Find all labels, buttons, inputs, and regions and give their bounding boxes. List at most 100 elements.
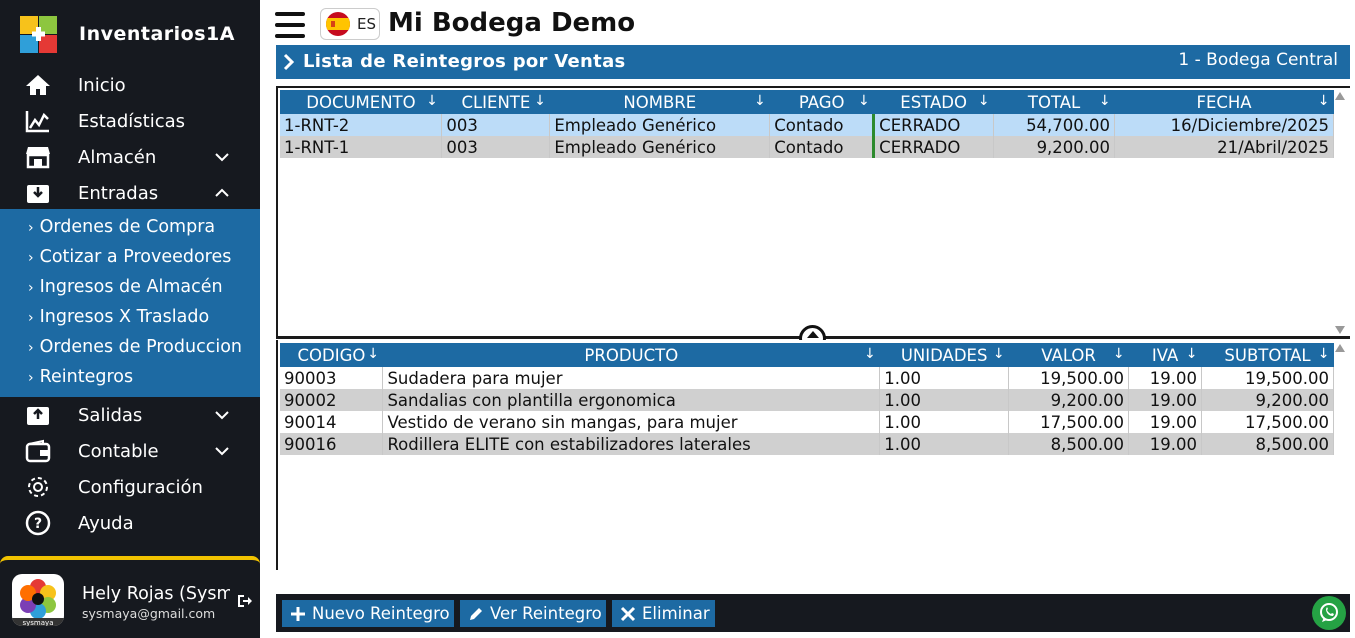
table-row[interactable]: 90016 Rodillera ELITE con estabilizadore… (280, 433, 1334, 455)
detalle-grid-panel: CODIGO ↓ PRODUCTO ↓ UNIDADES ↓ VALOR ↓ IVA ↓ … (276, 340, 1350, 570)
bottom-grid-scrollbar[interactable] (1334, 344, 1346, 566)
table-row[interactable]: 90014 Vestido de verano sin mangas, para… (280, 411, 1334, 433)
table-row[interactable]: 1-RNT-2 003 Empleado Genérico Contado CE… (280, 114, 1334, 136)
new-reintegro-button[interactable]: Nuevo Reintegro (282, 600, 454, 627)
cell-valor: 17,500.00 (1008, 411, 1130, 433)
cell-codigo: 90014 (280, 411, 384, 433)
cell-nombre: Empleado Genérico (549, 136, 771, 158)
submenu-label: Reintegros (39, 367, 134, 387)
help-icon: ? (25, 510, 51, 536)
cell-nombre: Empleado Genérico (549, 114, 771, 136)
submenu-label: Ingresos de Almacén (39, 277, 223, 297)
sort-arrow-icon: ↓ (1098, 93, 1111, 109)
chevron-right-icon: › (28, 250, 34, 266)
cell-cliente: 003 (441, 114, 551, 136)
menu-item-ayuda[interactable]: ? Ayuda (0, 505, 260, 541)
cell-producto: Sandalias con plantilla ergonomica (382, 389, 881, 411)
user-email: sysmaya@gmail.com (82, 606, 216, 621)
menu-item-inicio[interactable]: Inicio (0, 67, 260, 103)
reintegros-grid-panel: DOCUMENTO ↓ CLIENTE ↓ NOMBRE ↓ PAGO ↓ ESTADO… (276, 86, 1350, 338)
wallet-icon (25, 438, 51, 464)
sort-arrow-icon: ↓ (367, 346, 379, 362)
avatar[interactable]: sysmaya (12, 574, 64, 626)
cell-estado: CERRADO (872, 114, 995, 136)
cell-iva: 19.00 (1128, 411, 1203, 433)
submenu-label: Ordenes de Produccion (39, 337, 242, 357)
submenu-label: Cotizar a Proveedores (39, 247, 232, 267)
table-header-row: CODIGO ↓ PRODUCTO ↓ UNIDADES ↓ VALOR ↓ IVA ↓ … (280, 343, 1334, 367)
submenu-item-cotizar[interactable]: › Cotizar a Proveedores (28, 247, 231, 267)
column-header-nombre[interactable]: NOMBRE ↓ (549, 90, 770, 114)
brand-title: Inventarios1A (79, 23, 235, 45)
scroll-down-icon (1335, 326, 1345, 334)
menu-item-almacen[interactable]: Almacén (0, 139, 260, 175)
table-row[interactable]: 1-RNT-1 003 Empleado Genérico Contado CE… (280, 136, 1334, 158)
table-row[interactable]: 90002 Sandalias con plantilla ergonomica… (280, 389, 1334, 411)
column-header-valor[interactable]: VALOR ↓ (1008, 343, 1129, 367)
cell-codigo: 90016 (280, 433, 384, 455)
cell-unidades: 1.00 (879, 367, 1010, 389)
button-label: Eliminar (642, 604, 710, 623)
column-header-producto[interactable]: PRODUCTO ↓ (382, 343, 880, 367)
menu-item-salidas[interactable]: Salidas (0, 397, 260, 433)
menu-item-configuracion[interactable]: Configuración (0, 469, 260, 505)
column-header-iva[interactable]: IVA ↓ (1128, 343, 1202, 367)
inbox-in-icon (25, 180, 51, 206)
table-row[interactable]: 90003 Sudadera para mujer 1.00 19,500.00… (280, 367, 1334, 389)
column-header-codigo[interactable]: CODIGO ↓ (280, 343, 383, 367)
logout-icon[interactable] (236, 593, 252, 609)
hamburger-menu-icon[interactable] (275, 12, 305, 38)
menu-label: Contable (78, 440, 159, 462)
chevron-down-icon (215, 447, 229, 456)
menu-label: Estadísticas (78, 110, 186, 132)
delete-button[interactable]: Eliminar (612, 600, 715, 627)
cell-valor: 9,200.00 (1008, 389, 1130, 411)
menu-label: Salidas (78, 404, 143, 426)
submenu-item-ingresos-almacen[interactable]: › Ingresos de Almacén (28, 277, 223, 297)
sort-arrow-icon: ↓ (534, 93, 546, 109)
gear-icon (25, 474, 51, 500)
brand[interactable]: Inventarios1A (20, 15, 235, 53)
cell-producto: Rodillera ELITE con estabilizadores late… (382, 433, 881, 455)
menu-item-estadisticas[interactable]: Estadísticas (0, 103, 260, 139)
top-grid-scrollbar[interactable] (1334, 92, 1346, 334)
column-header-estado[interactable]: ESTADO ↓ (873, 90, 994, 114)
column-header-documento[interactable]: DOCUMENTO ↓ (280, 90, 442, 114)
chevron-right-icon (283, 53, 295, 71)
column-header-unidades[interactable]: UNIDADES ↓ (879, 343, 1009, 367)
column-header-cliente[interactable]: CLIENTE ↓ (441, 90, 550, 114)
cell-documento: 1-RNT-2 (280, 114, 443, 136)
submenu-label: Ordenes de Compra (39, 217, 216, 237)
chevron-right-icon: › (28, 370, 34, 386)
cell-valor: 8,500.00 (1008, 433, 1130, 455)
whatsapp-icon[interactable] (1312, 596, 1346, 630)
brand-logo-icon (20, 15, 57, 53)
table-header-row: DOCUMENTO ↓ CLIENTE ↓ NOMBRE ↓ PAGO ↓ ESTADO… (280, 90, 1334, 114)
cell-subtotal: 19,500.00 (1201, 367, 1334, 389)
column-header-fecha[interactable]: FECHA ↓ (1114, 90, 1334, 114)
store-icon (25, 144, 51, 170)
chevron-down-icon (215, 411, 229, 420)
submenu-label: Ingresos X Traslado (39, 307, 210, 327)
submenu-item-ingresos-traslado[interactable]: › Ingresos X Traslado (28, 307, 209, 327)
menu-label: Configuración (78, 476, 203, 498)
scroll-up-icon (1335, 92, 1345, 100)
submenu-item-reintegros[interactable]: › Reintegros (28, 367, 133, 387)
cell-codigo: 90003 (280, 367, 384, 389)
svg-text:?: ? (34, 516, 42, 532)
cell-pago: Contado (769, 136, 875, 158)
column-header-total[interactable]: TOTAL ↓ (993, 90, 1115, 114)
cell-producto: Sudadera para mujer (382, 367, 881, 389)
view-reintegro-button[interactable]: Ver Reintegro (460, 600, 606, 627)
submenu-item-ordenes-produccion[interactable]: › Ordenes de Produccion (28, 337, 242, 357)
cell-valor: 19,500.00 (1008, 367, 1130, 389)
warehouse-label[interactable]: 1 - Bodega Central (1178, 50, 1338, 70)
cell-codigo: 90002 (280, 389, 384, 411)
language-selector[interactable]: ES (320, 8, 380, 40)
column-header-pago[interactable]: PAGO ↓ (769, 90, 874, 114)
cell-fecha: 21/Abril/2025 (1114, 136, 1334, 158)
submenu-item-ordenes-compra[interactable]: › Ordenes de Compra (28, 217, 215, 237)
menu-item-entradas[interactable]: Entradas (0, 175, 260, 211)
column-header-subtotal[interactable]: SUBTOTAL ↓ (1201, 343, 1334, 367)
menu-item-contable[interactable]: Contable (0, 433, 260, 469)
